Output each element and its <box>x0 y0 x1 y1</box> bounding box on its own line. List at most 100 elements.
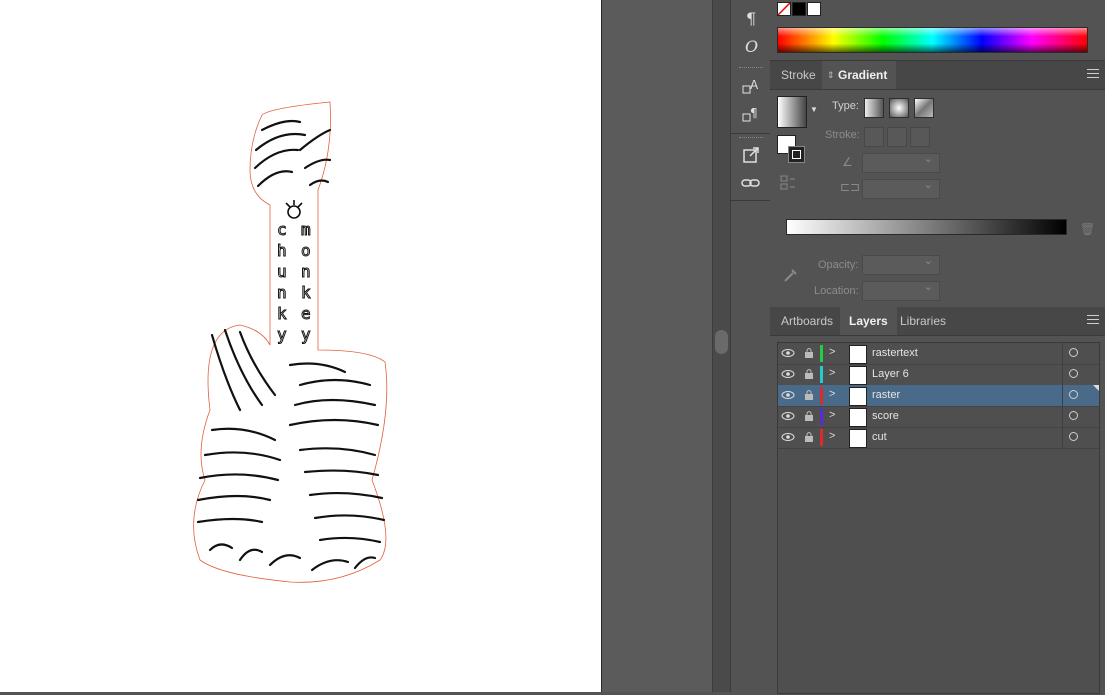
target-circle-icon[interactable] <box>1069 390 1078 399</box>
gradient-panel: ▼ Type: Stroke: ∠ ⊏⊐ 🗑 Opacity: Location… <box>770 89 1105 305</box>
artwork-letter: u <box>277 262 287 281</box>
expand-chevron-icon[interactable]: > <box>829 367 839 381</box>
visibility-eye-icon[interactable] <box>781 388 795 402</box>
stroke-within-button[interactable] <box>864 127 884 147</box>
layer-color-bar <box>820 387 823 404</box>
target-circle-icon[interactable] <box>1069 432 1078 441</box>
trash-icon[interactable]: 🗑 <box>1080 222 1095 236</box>
layer-thumbnail <box>849 408 867 427</box>
layer-thumbnail <box>849 429 867 448</box>
angle-dropdown[interactable] <box>862 152 940 173</box>
layer-name[interactable]: score <box>872 406 899 427</box>
tab-artboards[interactable]: Artboards <box>772 307 842 335</box>
guitar-artwork[interactable]: c h u n k y m o n k e y <box>0 0 601 692</box>
panel-group-grip[interactable] <box>739 137 763 138</box>
paragraph-styles-icon[interactable]: ¶ <box>739 102 763 126</box>
opentype-icon[interactable]: O <box>739 34 763 58</box>
layer-name[interactable]: cut <box>872 427 887 448</box>
white-swatch[interactable] <box>807 2 821 16</box>
aspect-ratio-dropdown[interactable] <box>862 178 940 199</box>
artwork-letter: m <box>301 220 311 239</box>
layer-name[interactable]: rastertext <box>872 343 918 364</box>
lock-icon[interactable] <box>803 346 815 360</box>
swap-reverse-icon[interactable] <box>780 175 796 191</box>
black-swatch[interactable] <box>792 2 806 16</box>
pasteboard <box>602 0 712 692</box>
tab-stroke[interactable]: Stroke <box>772 61 825 89</box>
tab-layers[interactable]: Layers <box>840 307 897 335</box>
layers-tabbar: Artboards Layers Libraries <box>770 307 1105 336</box>
svg-text:O: O <box>745 38 758 54</box>
color-spectrum[interactable] <box>777 27 1088 53</box>
tab-gradient[interactable]: ⇕ Gradient <box>822 61 897 89</box>
layer-color-bar <box>820 366 823 383</box>
paragraph-icon[interactable]: ¶ <box>739 6 763 30</box>
layer-row[interactable]: > score <box>778 406 1099 428</box>
svg-text:¶: ¶ <box>746 10 756 26</box>
lock-icon[interactable] <box>803 388 815 402</box>
lock-icon[interactable] <box>803 367 815 381</box>
tab-libraries[interactable]: Libraries <box>891 307 955 335</box>
artboard-canvas[interactable]: c h u n k y m o n k e y <box>0 0 601 692</box>
artwork-letter: y <box>301 325 311 344</box>
layer-thumbnail <box>849 345 867 364</box>
stroke-box[interactable] <box>788 146 805 163</box>
visibility-eye-icon[interactable] <box>781 367 795 381</box>
character-styles-icon[interactable]: A <box>739 74 763 98</box>
none-swatch-icon <box>777 2 791 16</box>
visibility-eye-icon[interactable] <box>781 430 795 444</box>
target-circle-icon[interactable] <box>1069 411 1078 420</box>
layer-row-selected[interactable]: > raster <box>778 385 1099 407</box>
expand-chevron-icon[interactable]: > <box>829 409 839 423</box>
opacity-label: Opacity: <box>818 259 859 271</box>
freeform-gradient-button[interactable] <box>914 98 934 118</box>
target-circle-icon[interactable] <box>1069 369 1078 378</box>
export-icon[interactable] <box>739 143 763 167</box>
none-swatch[interactable] <box>777 2 791 16</box>
tab-gradient-label: Gradient <box>838 68 888 82</box>
layer-name[interactable]: raster <box>872 385 900 406</box>
location-dropdown[interactable] <box>862 280 940 301</box>
strip-divider <box>731 133 770 134</box>
scrollbar-thumb[interactable] <box>715 330 728 354</box>
gradient-preview-swatch[interactable] <box>777 96 807 128</box>
stroke-across-button[interactable] <box>910 127 930 147</box>
artwork-letter: h <box>277 241 287 260</box>
row-divider <box>1062 364 1063 385</box>
radial-gradient-button[interactable] <box>889 98 909 118</box>
lock-icon[interactable] <box>803 409 815 423</box>
visibility-eye-icon[interactable] <box>781 409 795 423</box>
aspect-ratio-icon: ⊏⊐ <box>840 180 861 194</box>
lock-icon[interactable] <box>803 430 815 444</box>
linear-gradient-button[interactable] <box>864 98 884 118</box>
cut-outline <box>193 101 388 583</box>
stroke-gradient-tabbar: Stroke ⇕ Gradient <box>770 61 1105 90</box>
stroke-label: Stroke: <box>825 129 860 141</box>
artwork-letter: y <box>277 325 287 344</box>
row-divider <box>1062 343 1063 364</box>
layer-color-bar <box>820 408 823 425</box>
artwork-letter: n <box>277 283 287 302</box>
visibility-eye-icon[interactable] <box>781 346 795 360</box>
links-icon[interactable] <box>739 171 763 195</box>
opacity-dropdown[interactable] <box>862 254 940 275</box>
panel-icon-strip: ¶ O A ¶ <box>730 0 771 692</box>
layer-name[interactable]: Layer 6 <box>872 364 909 385</box>
target-circle-icon[interactable] <box>1069 348 1078 357</box>
expand-chevron-icon[interactable]: > <box>829 346 839 360</box>
expand-chevron-icon[interactable]: > <box>829 388 839 402</box>
chevron-down-icon[interactable]: ▼ <box>810 105 818 114</box>
stroke-along-button[interactable] <box>887 127 907 147</box>
panel-group-grip[interactable] <box>739 67 763 68</box>
svg-text:¶: ¶ <box>750 106 758 120</box>
layer-row[interactable]: > Layer 6 <box>778 364 1099 386</box>
panel-menu-icon[interactable] <box>1087 69 1099 79</box>
expand-chevron-icon[interactable]: > <box>829 430 839 444</box>
layer-row[interactable]: > rastertext <box>778 343 1099 365</box>
vertical-scrollbar[interactable] <box>712 0 730 692</box>
gradient-slider[interactable] <box>786 219 1067 235</box>
row-divider <box>1062 385 1063 406</box>
layer-row[interactable]: > cut <box>778 427 1099 449</box>
panel-menu-icon[interactable] <box>1087 315 1099 325</box>
eyedropper-icon[interactable] <box>783 267 799 283</box>
